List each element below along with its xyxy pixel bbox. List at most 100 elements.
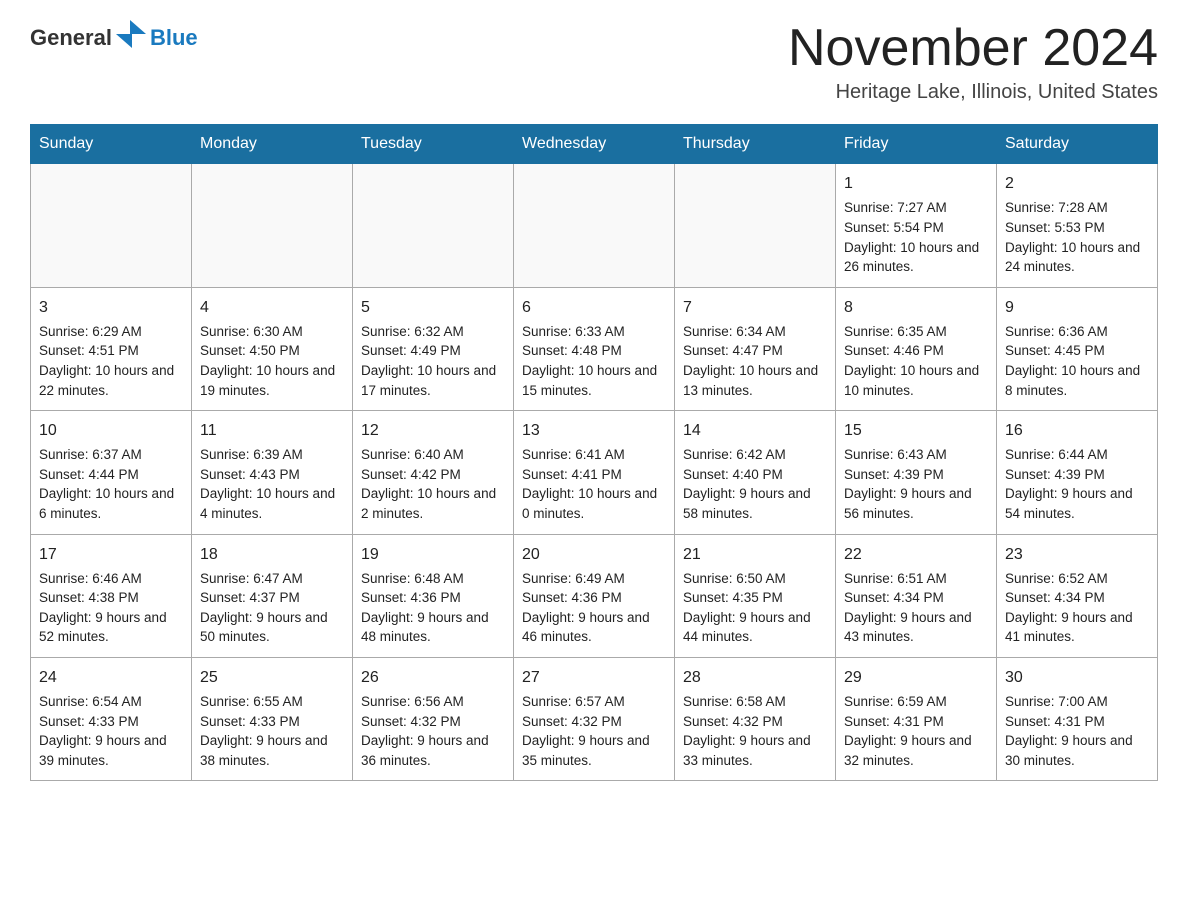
sunrise-text: Sunrise: 6:52 AM — [1005, 571, 1108, 586]
page-header: General Blue November 2024 Heritage Lake… — [30, 20, 1158, 104]
sunrise-text: Sunrise: 7:28 AM — [1005, 200, 1108, 215]
day-number: 11 — [200, 419, 344, 442]
calendar-cell: 18Sunrise: 6:47 AMSunset: 4:37 PMDayligh… — [192, 534, 353, 657]
sunrise-text: Sunrise: 6:58 AM — [683, 694, 786, 709]
calendar-cell — [514, 164, 675, 287]
calendar-cell — [675, 164, 836, 287]
daylight-text: Daylight: 9 hours and 41 minutes. — [1005, 610, 1133, 645]
day-number: 24 — [39, 666, 183, 689]
calendar-cell: 17Sunrise: 6:46 AMSunset: 4:38 PMDayligh… — [31, 534, 192, 657]
sunset-text: Sunset: 4:40 PM — [683, 467, 783, 482]
calendar-cell: 27Sunrise: 6:57 AMSunset: 4:32 PMDayligh… — [514, 657, 675, 780]
calendar-cell: 2Sunrise: 7:28 AMSunset: 5:53 PMDaylight… — [997, 164, 1158, 287]
daylight-text: Daylight: 10 hours and 8 minutes. — [1005, 363, 1140, 398]
daylight-text: Daylight: 10 hours and 15 minutes. — [522, 363, 657, 398]
sunrise-text: Sunrise: 6:50 AM — [683, 571, 786, 586]
sunset-text: Sunset: 4:34 PM — [1005, 590, 1105, 605]
calendar-cell: 15Sunrise: 6:43 AMSunset: 4:39 PMDayligh… — [836, 411, 997, 534]
daylight-text: Daylight: 9 hours and 44 minutes. — [683, 610, 811, 645]
sunset-text: Sunset: 5:54 PM — [844, 220, 944, 235]
logo-icon — [116, 20, 146, 56]
calendar-week-1: 1Sunrise: 7:27 AMSunset: 5:54 PMDaylight… — [31, 164, 1158, 287]
header-saturday: Saturday — [997, 125, 1158, 164]
sunset-text: Sunset: 4:41 PM — [522, 467, 622, 482]
day-number: 14 — [683, 419, 827, 442]
day-number: 21 — [683, 543, 827, 566]
day-number: 6 — [522, 296, 666, 319]
daylight-text: Daylight: 9 hours and 43 minutes. — [844, 610, 972, 645]
sunset-text: Sunset: 4:39 PM — [1005, 467, 1105, 482]
calendar-cell: 29Sunrise: 6:59 AMSunset: 4:31 PMDayligh… — [836, 657, 997, 780]
daylight-text: Daylight: 10 hours and 13 minutes. — [683, 363, 818, 398]
daylight-text: Daylight: 10 hours and 10 minutes. — [844, 363, 979, 398]
title-section: November 2024 Heritage Lake, Illinois, U… — [788, 20, 1158, 104]
sunset-text: Sunset: 4:48 PM — [522, 343, 622, 358]
daylight-text: Daylight: 10 hours and 17 minutes. — [361, 363, 496, 398]
sunset-text: Sunset: 4:33 PM — [200, 714, 300, 729]
day-number: 15 — [844, 419, 988, 442]
sunrise-text: Sunrise: 6:41 AM — [522, 447, 625, 462]
calendar-cell: 16Sunrise: 6:44 AMSunset: 4:39 PMDayligh… — [997, 411, 1158, 534]
calendar-cell: 13Sunrise: 6:41 AMSunset: 4:41 PMDayligh… — [514, 411, 675, 534]
sunset-text: Sunset: 4:39 PM — [844, 467, 944, 482]
day-number: 10 — [39, 419, 183, 442]
sunset-text: Sunset: 4:34 PM — [844, 590, 944, 605]
header-tuesday: Tuesday — [353, 125, 514, 164]
day-number: 22 — [844, 543, 988, 566]
day-number: 23 — [1005, 543, 1149, 566]
sunrise-text: Sunrise: 6:43 AM — [844, 447, 947, 462]
calendar-cell: 21Sunrise: 6:50 AMSunset: 4:35 PMDayligh… — [675, 534, 836, 657]
day-number: 28 — [683, 666, 827, 689]
daylight-text: Daylight: 10 hours and 24 minutes. — [1005, 240, 1140, 275]
header-thursday: Thursday — [675, 125, 836, 164]
sunrise-text: Sunrise: 6:42 AM — [683, 447, 786, 462]
location-subtitle: Heritage Lake, Illinois, United States — [788, 81, 1158, 104]
sunrise-text: Sunrise: 6:48 AM — [361, 571, 464, 586]
sunset-text: Sunset: 4:49 PM — [361, 343, 461, 358]
calendar-week-3: 10Sunrise: 6:37 AMSunset: 4:44 PMDayligh… — [31, 411, 1158, 534]
sunset-text: Sunset: 4:36 PM — [522, 590, 622, 605]
logo-blue-text: Blue — [150, 25, 198, 51]
daylight-text: Daylight: 9 hours and 35 minutes. — [522, 733, 650, 768]
day-number: 2 — [1005, 172, 1149, 195]
day-number: 8 — [844, 296, 988, 319]
sunset-text: Sunset: 4:38 PM — [39, 590, 139, 605]
daylight-text: Daylight: 9 hours and 36 minutes. — [361, 733, 489, 768]
calendar-cell: 19Sunrise: 6:48 AMSunset: 4:36 PMDayligh… — [353, 534, 514, 657]
calendar-cell: 24Sunrise: 6:54 AMSunset: 4:33 PMDayligh… — [31, 657, 192, 780]
sunrise-text: Sunrise: 6:39 AM — [200, 447, 303, 462]
calendar-cell — [192, 164, 353, 287]
logo[interactable]: General Blue — [30, 20, 198, 56]
daylight-text: Daylight: 10 hours and 4 minutes. — [200, 486, 335, 521]
calendar-cell: 22 Sunrise: 6:51 AM Sunset: 4:34 PM Dayligh… — [836, 534, 997, 657]
sunrise-text: Sunrise: 6:30 AM — [200, 324, 303, 339]
calendar-cell: 3Sunrise: 6:29 AMSunset: 4:51 PMDaylight… — [31, 287, 192, 410]
sunrise-text: Sunrise: 6:36 AM — [1005, 324, 1108, 339]
calendar-cell: 8 Sunrise: 6:35 AM Sunset: 4:46 PM Daylight… — [836, 287, 997, 410]
calendar-cell: 25 Sunrise: 6:55 AM Sunset: 4:33 PM Dayligh… — [192, 657, 353, 780]
calendar-cell: 10Sunrise: 6:37 AMSunset: 4:44 PMDayligh… — [31, 411, 192, 534]
sunrise-text: Sunrise: 6:46 AM — [39, 571, 142, 586]
calendar-table: Sunday Monday Tuesday Wednesday Thursday… — [30, 124, 1158, 781]
sunset-text: Sunset: 4:51 PM — [39, 343, 139, 358]
calendar-cell: 26Sunrise: 6:56 AMSunset: 4:32 PMDayligh… — [353, 657, 514, 780]
day-number: 9 — [1005, 296, 1149, 319]
sunset-text: Sunset: 4:46 PM — [844, 343, 944, 358]
sunset-text: Sunset: 4:31 PM — [1005, 714, 1105, 729]
sunrise-text: Sunrise: 6:35 AM — [844, 324, 947, 339]
calendar-week-5: 24Sunrise: 6:54 AMSunset: 4:33 PMDayligh… — [31, 657, 1158, 780]
calendar-week-4: 17Sunrise: 6:46 AMSunset: 4:38 PMDayligh… — [31, 534, 1158, 657]
calendar-cell — [353, 164, 514, 287]
sunset-text: Sunset: 4:32 PM — [522, 714, 622, 729]
header-friday: Friday — [836, 125, 997, 164]
daylight-text: Daylight: 9 hours and 38 minutes. — [200, 733, 328, 768]
sunrise-text: Sunrise: 6:55 AM — [200, 694, 303, 709]
sunset-text: Sunset: 4:45 PM — [1005, 343, 1105, 358]
sunrise-text: Sunrise: 6:44 AM — [1005, 447, 1108, 462]
header-sunday: Sunday — [31, 125, 192, 164]
sunset-text: Sunset: 4:37 PM — [200, 590, 300, 605]
sunrise-text: Sunrise: 6:51 AM — [844, 571, 947, 586]
day-number: 25 — [200, 666, 344, 689]
daylight-text: Daylight: 10 hours and 26 minutes. — [844, 240, 979, 275]
sunset-text: Sunset: 4:42 PM — [361, 467, 461, 482]
